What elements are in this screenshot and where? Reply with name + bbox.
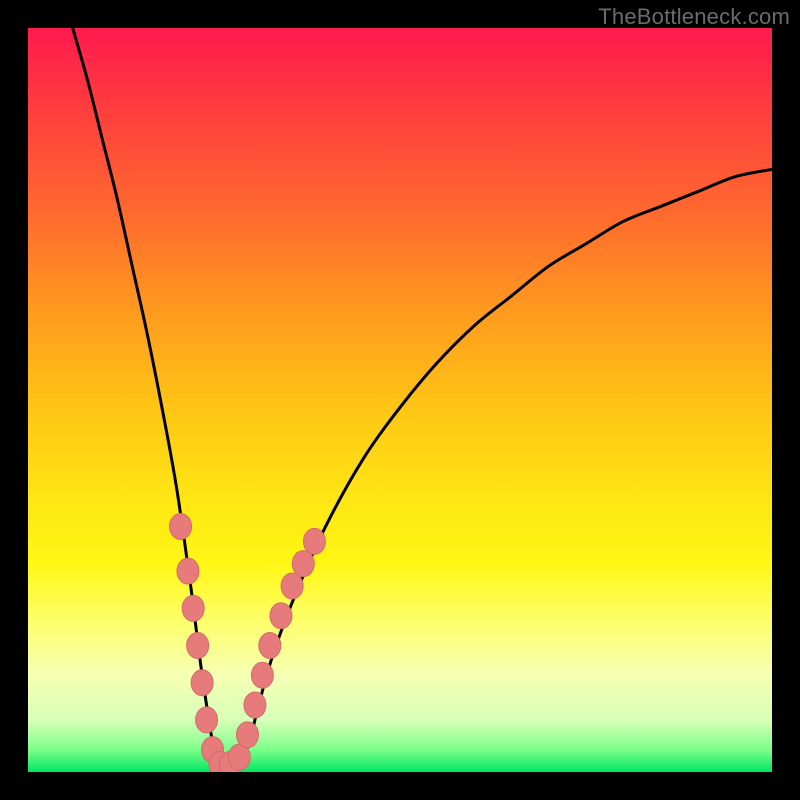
plot-area (28, 28, 772, 772)
marker-point (182, 595, 204, 621)
chart-frame: TheBottleneck.com (0, 0, 800, 800)
marker-point (244, 692, 266, 718)
curve-svg (28, 28, 772, 772)
marker-group (170, 513, 326, 772)
curve-path (73, 28, 772, 772)
marker-point (191, 670, 213, 696)
marker-point (170, 513, 192, 539)
bottleneck-curve (73, 28, 772, 772)
marker-point (177, 558, 199, 584)
marker-point (196, 707, 218, 733)
marker-point (303, 528, 325, 554)
marker-point (236, 722, 258, 748)
marker-point (281, 573, 303, 599)
marker-point (187, 633, 209, 659)
marker-point (251, 662, 273, 688)
marker-point (259, 633, 281, 659)
marker-point (292, 551, 314, 577)
marker-point (270, 603, 292, 629)
watermark-text: TheBottleneck.com (598, 4, 790, 30)
